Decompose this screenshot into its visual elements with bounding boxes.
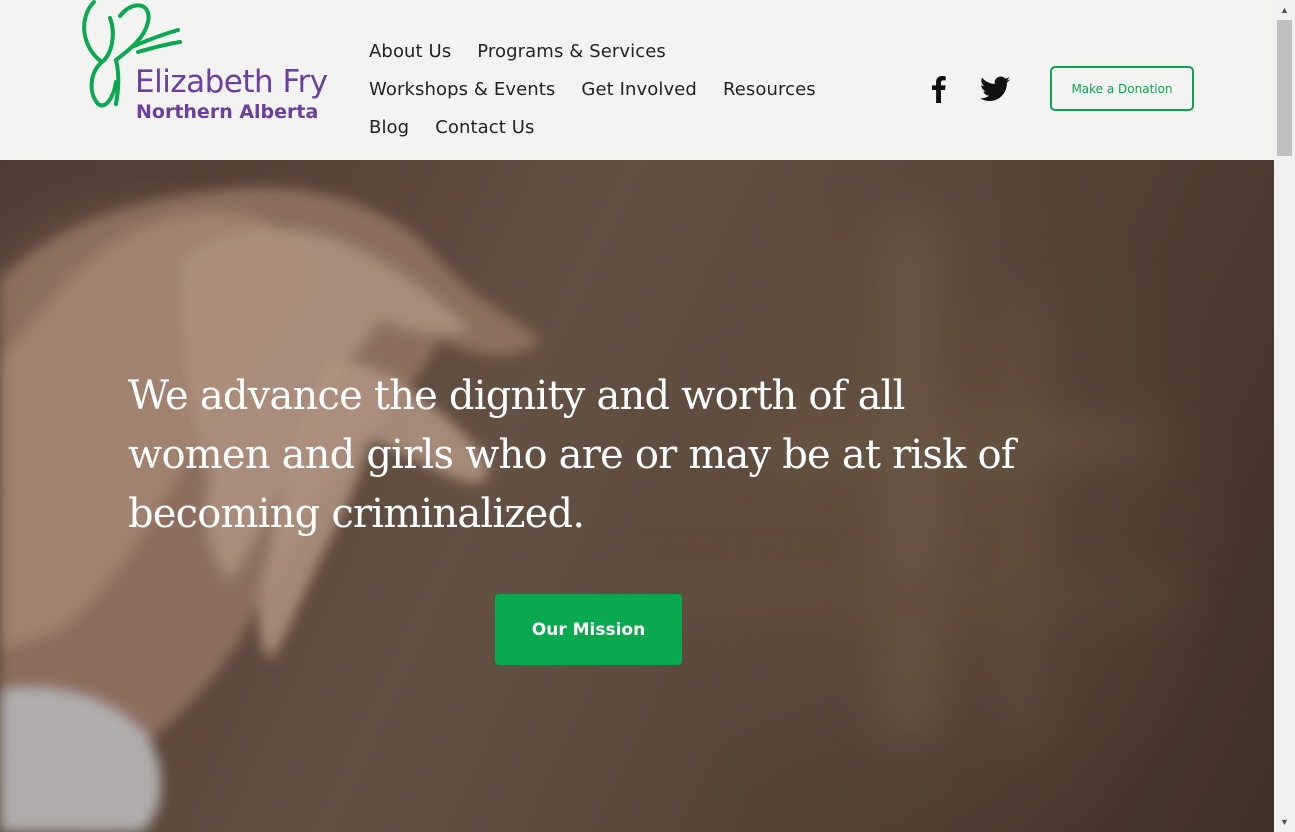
twitter-icon bbox=[980, 76, 1010, 101]
page: Elizabeth Fry Northern Alberta About Us … bbox=[0, 0, 1274, 832]
nav-item-about-us[interactable]: About Us bbox=[369, 41, 451, 62]
nav-item-contact-us[interactable]: Contact Us bbox=[435, 117, 534, 138]
nav-item-blog[interactable]: Blog bbox=[369, 117, 409, 138]
vertical-scrollbar[interactable]: ▲ ▼ bbox=[1274, 0, 1295, 832]
site-header: Elizabeth Fry Northern Alberta About Us … bbox=[0, 0, 1274, 160]
scrollbar-thumb[interactable] bbox=[1277, 20, 1292, 156]
make-donation-button[interactable]: Make a Donation bbox=[1050, 66, 1194, 111]
hero-headline: We advance the dignity and worth of all … bbox=[128, 367, 1028, 544]
twitter-link[interactable] bbox=[980, 74, 1010, 104]
hero-headline-line-1: We advance the dignity and worth of all bbox=[128, 372, 905, 419]
nav-item-resources[interactable]: Resources bbox=[723, 79, 816, 100]
hero-section: We advance the dignity and worth of all … bbox=[0, 160, 1274, 832]
nav-item-programs-services[interactable]: Programs & Services bbox=[477, 41, 666, 62]
logo-subtitle: Northern Alberta bbox=[136, 101, 319, 123]
scroll-up-arrow-icon[interactable]: ▲ bbox=[1274, 2, 1295, 18]
nav-item-get-involved[interactable]: Get Involved bbox=[581, 79, 697, 100]
site-logo[interactable]: Elizabeth Fry Northern Alberta bbox=[76, 0, 336, 130]
nav-item-workshops-events[interactable]: Workshops & Events bbox=[369, 79, 555, 100]
nav-row-1: About Us Programs & Services bbox=[369, 32, 839, 70]
scroll-down-arrow-icon[interactable]: ▼ bbox=[1274, 814, 1295, 830]
our-mission-button[interactable]: Our Mission bbox=[495, 594, 682, 665]
facebook-icon bbox=[932, 76, 946, 103]
hero-headline-line-2: women and girls who are or may be at ris… bbox=[128, 431, 1016, 478]
facebook-link[interactable] bbox=[927, 74, 949, 104]
logo-title: Elizabeth Fry bbox=[135, 64, 328, 100]
nav-row-2: Workshops & Events Get Involved Resource… bbox=[369, 70, 839, 108]
nav-row-3: Blog Contact Us bbox=[369, 108, 839, 146]
main-nav: About Us Programs & Services Workshops &… bbox=[369, 32, 839, 146]
hero-headline-line-3: becoming criminalized. bbox=[128, 490, 585, 537]
